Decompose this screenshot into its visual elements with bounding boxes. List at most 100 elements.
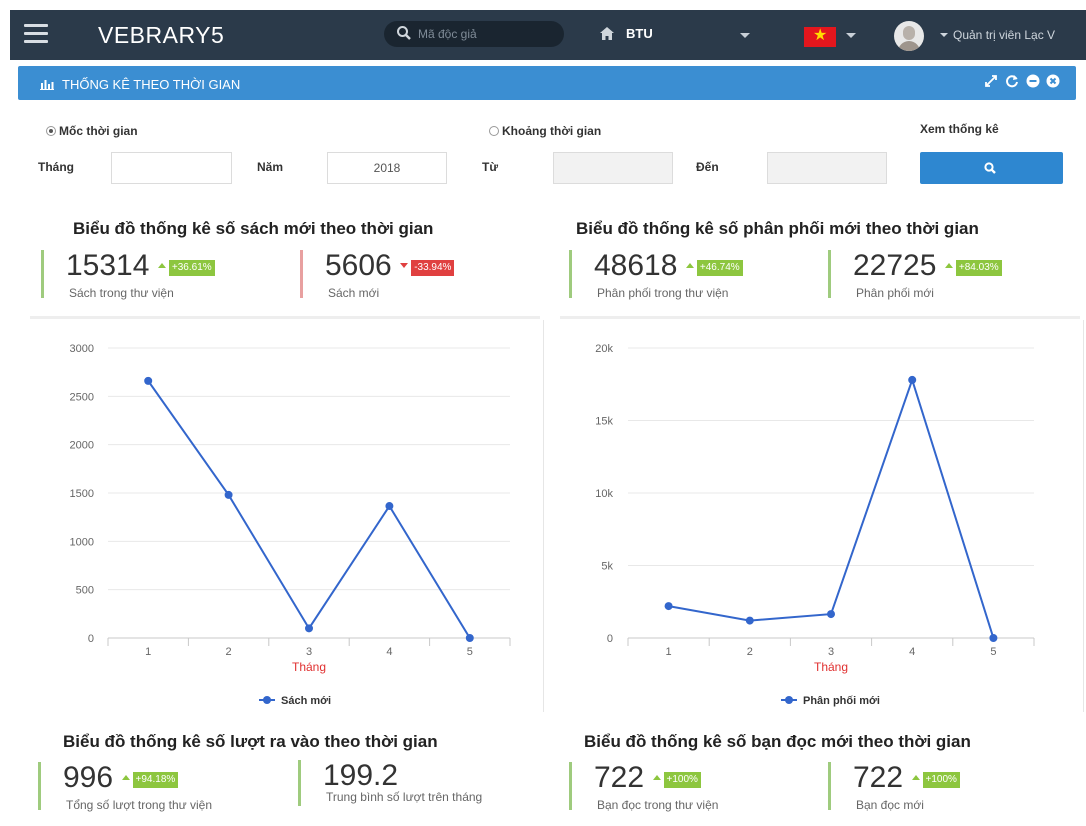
- y-tick-label: 2000: [70, 440, 94, 452]
- visits-total-stat: 996 +94.18% Tổng số lượt trong thư viện: [38, 761, 212, 812]
- data-point: [989, 634, 998, 642]
- legend-label: Sách mới: [281, 695, 331, 707]
- home-icon: [600, 27, 614, 40]
- to-date-field[interactable]: [767, 152, 887, 184]
- search-icon[interactable]: [396, 25, 412, 41]
- x-tick-label: 4: [909, 646, 915, 658]
- distribution-section-title: Biểu đồ thống kê số phân phối mới theo t…: [576, 219, 979, 238]
- stat-label: Tổng số lượt trong thư viện: [66, 798, 213, 812]
- panel-header: THỐNG KÊ THEO THỜI GIAN: [18, 66, 1076, 100]
- stat-value: 996: [63, 761, 114, 794]
- y-tick-label: 5k: [601, 561, 613, 573]
- year-field[interactable]: [327, 152, 447, 184]
- stat-value: 199.2: [323, 759, 399, 792]
- readers-new-stat: 722 +100% Bạn đọc mới: [828, 762, 960, 812]
- vietnam-flag-icon[interactable]: ★: [804, 27, 836, 47]
- radio-time-range-label: Khoảng thời gian: [502, 124, 602, 138]
- change-badge: +94.18%: [132, 772, 179, 788]
- stat-value: 5606: [325, 249, 392, 282]
- brand-logo[interactable]: VEBRARY5: [98, 22, 224, 49]
- stat-label: Phân phối trong thư viện: [597, 286, 729, 300]
- refresh-icon[interactable]: [1005, 74, 1019, 88]
- x-tick-label: 5: [467, 646, 473, 658]
- books-new-stat: 5606 -33.94% Sách mới: [300, 249, 455, 300]
- legend-marker: [263, 696, 271, 704]
- month-label: Tháng: [38, 160, 74, 174]
- visits-average-stat: 199.2 Trung bình số lượt trên tháng: [298, 759, 482, 806]
- legend-marker: [785, 696, 793, 704]
- x-tick-label: 1: [145, 646, 151, 658]
- expand-icon[interactable]: [984, 74, 998, 88]
- data-point: [305, 624, 313, 633]
- search-box[interactable]: [384, 21, 564, 47]
- x-axis-label: Tháng: [292, 660, 326, 674]
- radio-time-point[interactable]: Mốc thời gian: [46, 124, 138, 138]
- chevron-down-icon[interactable]: [740, 33, 750, 38]
- reader-id-search-input[interactable]: [418, 24, 556, 44]
- panel-title: THỐNG KÊ THEO THỜI GIAN: [40, 77, 240, 92]
- legend-label: Phân phối mới: [803, 695, 880, 707]
- change-badge: +100%: [663, 772, 701, 788]
- x-tick-label: 2: [747, 646, 753, 658]
- trend-up-icon: [121, 775, 130, 780]
- divider: [30, 316, 540, 319]
- distribution-new-stat: 22725 +84.03% Phân phối mới: [828, 250, 1002, 300]
- y-tick-label: 20k: [595, 343, 613, 355]
- radio-checked-icon[interactable]: [46, 126, 56, 136]
- home-label: BTU: [626, 26, 653, 41]
- readers-total-stat: 722 +100% Bạn đọc trong thư viện: [569, 762, 718, 812]
- trend-up-icon: [944, 263, 953, 268]
- y-tick-label: 1500: [70, 488, 94, 500]
- change-badge: +36.61%: [168, 260, 215, 276]
- from-date-field[interactable]: [553, 152, 673, 184]
- data-point: [465, 634, 474, 642]
- readers-section-title: Biểu đồ thống kê số bạn đọc mới theo thờ…: [584, 732, 971, 751]
- minimize-icon[interactable]: [1026, 74, 1040, 88]
- trend-up-icon: [652, 775, 661, 780]
- distribution-total-stat: 48618 +46.74% Phân phối trong thư viện: [569, 249, 743, 300]
- close-icon[interactable]: [1046, 74, 1060, 88]
- x-axis-label: Tháng: [814, 660, 848, 674]
- radio-time-point-label: Mốc thời gian: [59, 124, 138, 138]
- stat-label: Trung bình số lượt trên tháng: [326, 790, 483, 804]
- to-label: Đến: [696, 160, 719, 174]
- stat-value: 15314: [66, 249, 150, 282]
- avatar[interactable]: [894, 21, 924, 51]
- x-tick-label: 2: [226, 646, 232, 658]
- y-tick-label: 0: [607, 633, 613, 645]
- home-link[interactable]: BTU: [600, 26, 653, 46]
- y-tick-label: 2500: [70, 391, 94, 403]
- chevron-down-icon[interactable]: [846, 33, 856, 38]
- radio-unchecked-icon[interactable]: [489, 126, 499, 136]
- trend-up-icon: [911, 775, 920, 780]
- stat-label: Sách mới: [328, 286, 380, 300]
- month-field[interactable]: [111, 152, 232, 184]
- x-tick-label: 3: [306, 646, 312, 658]
- divider: [560, 316, 1080, 319]
- stat-label: Sách trong thư viện: [69, 286, 174, 300]
- menu-icon[interactable]: [24, 24, 48, 46]
- stat-label: Phân phối mới: [856, 286, 934, 300]
- from-label: Từ: [482, 160, 499, 174]
- data-point: [144, 376, 153, 385]
- stat-label: Bạn đọc mới: [856, 798, 924, 812]
- books-line-chart: 0 500 1000 1500 2000 2500 3000 1 2 3 4 5 Tháng Sách m…: [70, 343, 511, 707]
- trend-down-icon: [400, 263, 409, 268]
- data-point: [745, 616, 754, 625]
- change-badge: +84.03%: [955, 260, 1002, 276]
- x-tick-label: 1: [666, 646, 672, 658]
- view-stats-button[interactable]: [920, 152, 1063, 184]
- change-badge: +46.74%: [696, 260, 743, 276]
- y-tick-label: 10k: [595, 488, 613, 500]
- data-point: [385, 502, 394, 511]
- books-total-stat: 15314 +36.61% Sách trong thư viện: [41, 249, 215, 300]
- y-tick-label: 15k: [595, 416, 613, 428]
- search-icon: [984, 162, 996, 174]
- data-point: [827, 610, 835, 619]
- radio-time-range[interactable]: Khoảng thời gian: [489, 124, 601, 138]
- user-name: Quản trị viên Lạc V: [953, 28, 1056, 42]
- user-menu[interactable]: Quản trị viên Lạc V: [940, 28, 1055, 42]
- bar-chart-icon: [40, 80, 54, 90]
- stat-value: 48618: [594, 249, 678, 282]
- y-tick-label: 3000: [70, 343, 94, 355]
